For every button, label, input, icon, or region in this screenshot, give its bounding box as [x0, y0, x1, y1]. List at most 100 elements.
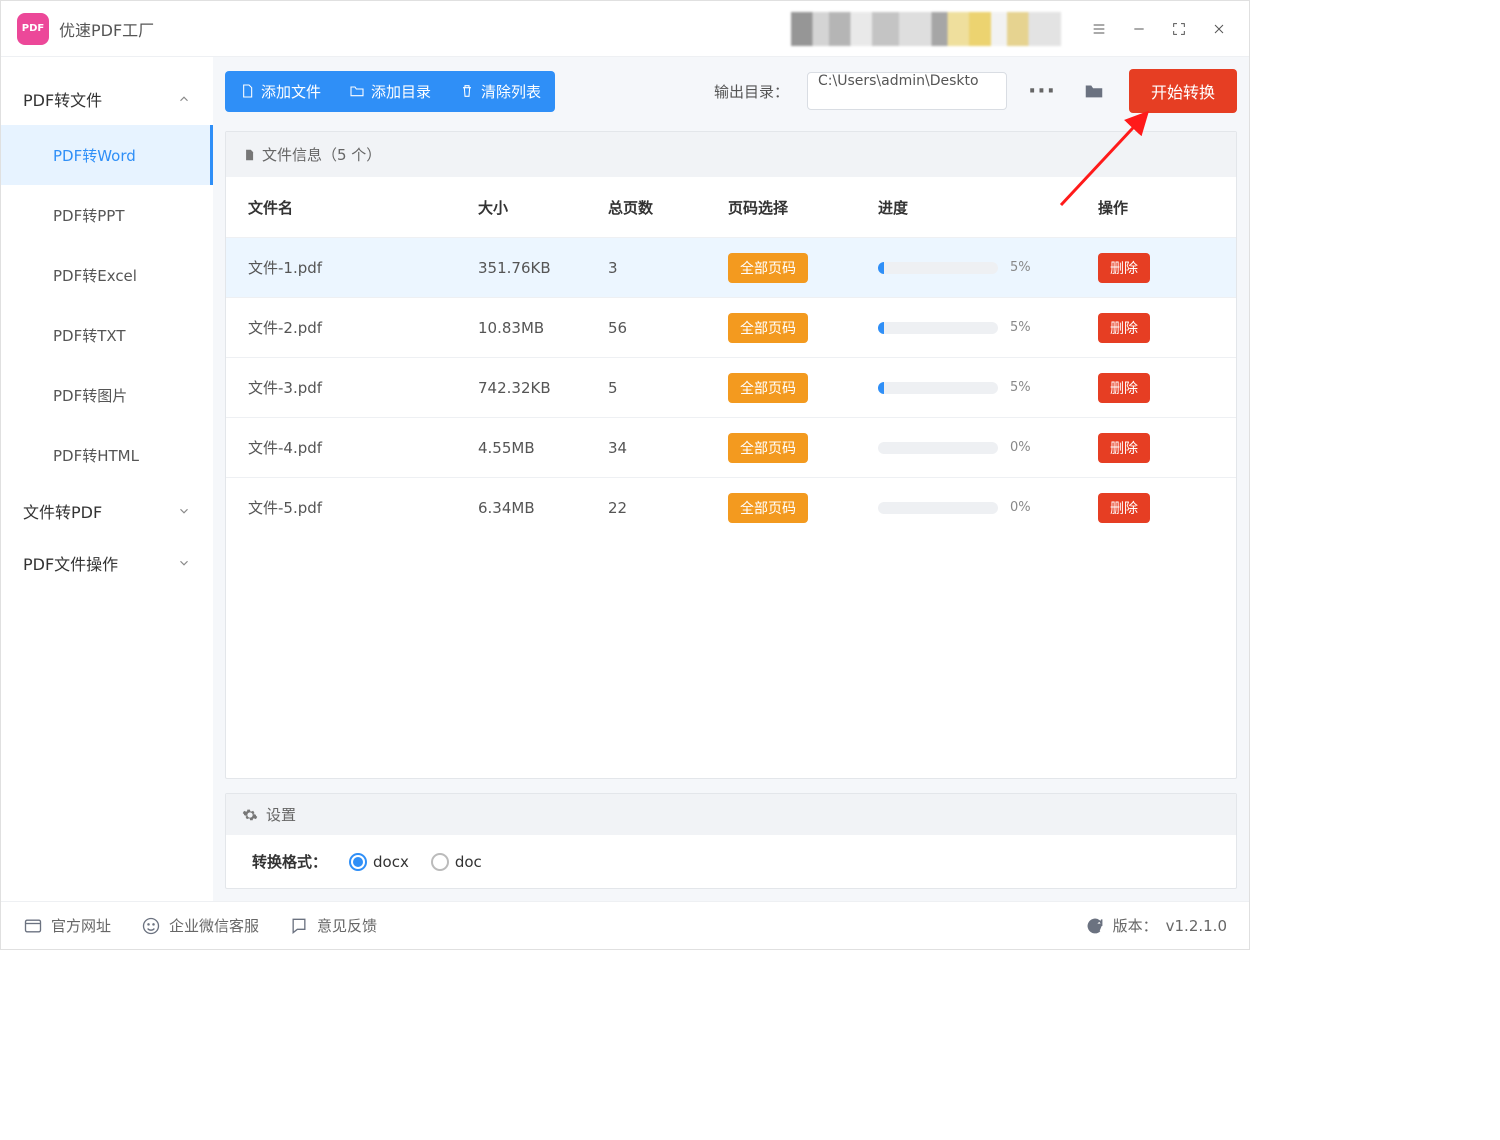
toolbar: 添加文件 添加目录 清除列表 输出目录： C:\Users\admin\Desk…	[225, 69, 1237, 113]
radio-label: doc	[455, 853, 482, 871]
minimize-button[interactable]	[1119, 9, 1159, 49]
radio-label: docx	[373, 853, 409, 871]
cell-name: 文件-4.pdf	[248, 437, 478, 458]
chevron-down-icon	[177, 556, 191, 570]
trash-icon	[459, 83, 475, 99]
add-file-button[interactable]: 添加文件	[225, 71, 335, 112]
table-row[interactable]: 文件-4.pdf4.55MB34全部页码 0% 删除	[226, 417, 1236, 477]
sidebar-item-pdf-to-ppt[interactable]: PDF转PPT	[1, 185, 213, 245]
col-action: 操作	[1098, 197, 1236, 218]
cell-pages: 22	[608, 499, 728, 517]
sidebar-item-pdf-to-html[interactable]: PDF转HTML	[1, 425, 213, 485]
progress-percent: 5%	[1010, 260, 1031, 275]
start-convert-button[interactable]: 开始转换	[1129, 69, 1237, 113]
sidebar-item-label: PDF转TXT	[53, 325, 126, 346]
footer-label: 官方网址	[51, 915, 111, 936]
col-name: 文件名	[248, 197, 478, 218]
title-bar: PDF 优速PDF工厂	[1, 1, 1249, 57]
progress-percent: 5%	[1010, 320, 1031, 335]
user-info-blurred	[791, 12, 1061, 46]
footer: 官方网址 企业微信客服 意见反馈 版本： v1.2.1.0	[1, 901, 1249, 949]
progress-bar	[878, 322, 998, 334]
refresh-icon	[1085, 916, 1105, 936]
cell-name: 文件-2.pdf	[248, 317, 478, 338]
folder-icon	[1083, 80, 1105, 102]
file-panel: 文件信息（5 个） 文件名 大小 总页数 页码选择 进度 操作 文件-1.pdf…	[225, 131, 1237, 779]
cell-size: 351.76KB	[478, 259, 608, 277]
cell-progress: 0%	[878, 440, 1098, 455]
sidebar-group-label: PDF转文件	[23, 87, 102, 111]
page-range-button[interactable]: 全部页码	[728, 373, 808, 403]
table-row[interactable]: 文件-5.pdf6.34MB22全部页码0%删除	[226, 477, 1236, 537]
footer-website-link[interactable]: 官方网址	[23, 915, 111, 936]
gear-icon	[242, 807, 258, 823]
sidebar-item-label: PDF转PPT	[53, 205, 124, 226]
table-row[interactable]: 文件-1.pdf351.76KB3全部页码5%删除	[226, 237, 1236, 297]
sidebar-item-pdf-to-word[interactable]: PDF转Word	[1, 125, 213, 185]
progress-bar	[878, 262, 998, 274]
delete-button[interactable]: 删除	[1098, 373, 1150, 403]
sidebar-group-file-to-pdf[interactable]: 文件转PDF	[1, 485, 213, 537]
footer-feedback-link[interactable]: 意见反馈	[289, 915, 377, 936]
col-progress: 进度	[878, 197, 1098, 218]
progress-bar	[878, 502, 998, 514]
footer-version[interactable]: 版本： v1.2.1.0	[1085, 915, 1227, 936]
website-icon	[23, 916, 43, 936]
app-logo-icon: PDF	[17, 13, 49, 45]
cell-pages: 3	[608, 259, 728, 277]
progress-percent: 0%	[1010, 500, 1031, 515]
clear-list-button[interactable]: 清除列表	[445, 71, 555, 112]
add-folder-button[interactable]: 添加目录	[335, 71, 445, 112]
sidebar-item-pdf-to-excel[interactable]: PDF转Excel	[1, 245, 213, 305]
fullscreen-button[interactable]	[1159, 9, 1199, 49]
panel-header: 文件信息（5 个）	[226, 132, 1236, 177]
footer-label: 企业微信客服	[169, 915, 259, 936]
sidebar-group-pdf-to-file[interactable]: PDF转文件	[1, 73, 213, 125]
close-button[interactable]	[1199, 9, 1239, 49]
support-icon	[141, 916, 161, 936]
cell-progress: 5%	[878, 260, 1098, 275]
table-row[interactable]: 文件-3.pdf742.32KB5全部页码5%删除	[226, 357, 1236, 417]
settings-body: 转换格式： docx doc	[226, 835, 1236, 888]
delete-button[interactable]: 删除	[1098, 433, 1150, 463]
sidebar-item-pdf-to-txt[interactable]: PDF转TXT	[1, 305, 213, 365]
sidebar-item-label: PDF转HTML	[53, 445, 139, 466]
col-pages: 总页数	[608, 197, 728, 218]
cell-progress: 0%	[878, 500, 1098, 515]
cell-pages: 34	[608, 439, 728, 457]
sidebar-item-label: PDF转Excel	[53, 265, 137, 286]
page-range-button[interactable]: 全部页码	[728, 433, 808, 463]
col-range: 页码选择	[728, 197, 878, 218]
sidebar-group-label: 文件转PDF	[23, 499, 102, 523]
sidebar-group-pdf-ops[interactable]: PDF文件操作	[1, 537, 213, 589]
more-button[interactable]: ···	[1025, 72, 1059, 110]
app-title: 优速PDF工厂	[59, 17, 154, 41]
radio-docx[interactable]: docx	[349, 853, 409, 871]
delete-button[interactable]: 删除	[1098, 493, 1150, 523]
page-range-button[interactable]: 全部页码	[728, 253, 808, 283]
radio-dot-icon	[349, 853, 367, 871]
cell-name: 文件-5.pdf	[248, 497, 478, 518]
file-icon	[239, 83, 255, 99]
progress-percent: 0%	[1010, 440, 1031, 455]
radio-doc[interactable]: doc	[431, 853, 482, 871]
table-row[interactable]: 文件-2.pdf10.83MB56全部页码5%删除	[226, 297, 1236, 357]
output-dir-label: 输出目录：	[714, 81, 789, 102]
browse-folder-button[interactable]	[1077, 72, 1111, 110]
delete-button[interactable]: 删除	[1098, 313, 1150, 343]
sidebar-item-pdf-to-image[interactable]: PDF转图片	[1, 365, 213, 425]
menu-button[interactable]	[1079, 9, 1119, 49]
progress-percent: 5%	[1010, 380, 1031, 395]
button-label: 添加目录	[371, 81, 431, 102]
cell-pages: 5	[608, 379, 728, 397]
page-range-button[interactable]: 全部页码	[728, 493, 808, 523]
cell-progress: 5%	[878, 380, 1098, 395]
cell-size: 4.55MB	[478, 439, 608, 457]
sidebar-group-label: PDF文件操作	[23, 551, 118, 575]
output-dir-input[interactable]: C:\Users\admin\Deskto	[807, 72, 1007, 110]
footer-support-link[interactable]: 企业微信客服	[141, 915, 259, 936]
page-range-button[interactable]: 全部页码	[728, 313, 808, 343]
delete-button[interactable]: 删除	[1098, 253, 1150, 283]
button-label: 添加文件	[261, 81, 321, 102]
cell-pages: 56	[608, 319, 728, 337]
